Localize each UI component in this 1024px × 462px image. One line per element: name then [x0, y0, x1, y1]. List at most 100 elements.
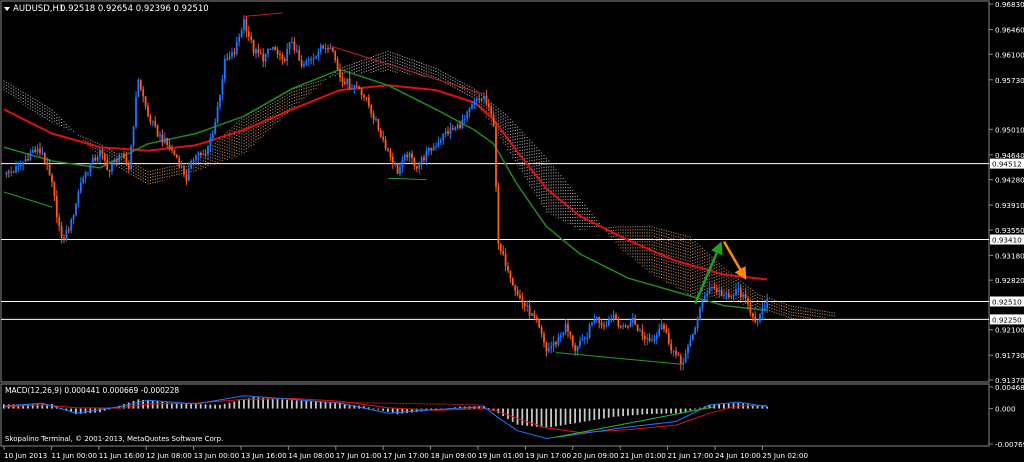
- macd-histogram-bar: [132, 400, 135, 409]
- candle-body: [310, 59, 313, 61]
- macd-histogram-bar: [214, 404, 216, 409]
- candle-body: [65, 230, 68, 240]
- candle-body: [569, 331, 572, 336]
- candle-body: [384, 139, 387, 149]
- candle-body: [84, 172, 87, 179]
- macd-histogram-bar: [747, 404, 749, 409]
- candle-body: [387, 148, 389, 151]
- macd-histogram-bar: [161, 402, 164, 409]
- candle-body: [108, 169, 111, 172]
- candle-body: [226, 58, 229, 60]
- candle-body: [151, 121, 154, 123]
- candle-body: [391, 156, 394, 164]
- candle-body: [756, 321, 759, 323]
- candle-body: [168, 144, 171, 150]
- candle-body: [735, 289, 737, 295]
- candle-body: [99, 149, 101, 158]
- chart-window: AUDUSD,H1 0.92518 0.92654 0.92396 0.9251…: [0, 0, 1024, 462]
- candle-body: [12, 171, 15, 173]
- candle-body: [689, 340, 692, 347]
- macd-axis-label: -0.007695: [995, 440, 1024, 449]
- candle-body: [19, 164, 22, 166]
- candle-body: [89, 163, 92, 172]
- candle-body: [139, 80, 142, 90]
- candle-body: [430, 147, 433, 151]
- candle-body: [142, 89, 145, 97]
- macd-histogram-bar: [367, 407, 370, 409]
- macd-histogram-bar: [545, 408, 548, 428]
- candle-body: [159, 134, 161, 137]
- candle-body: [639, 330, 641, 332]
- macd-histogram-bar: [209, 404, 212, 409]
- candle-body: [562, 332, 565, 336]
- macd-histogram-bar: [223, 403, 226, 409]
- candle-body: [67, 230, 70, 232]
- candle-body: [171, 149, 173, 151]
- candle-body: [545, 342, 548, 352]
- price-axis-label: 0.96460: [995, 25, 1024, 34]
- price-axis-label: 0.93550: [995, 226, 1024, 235]
- candle-body: [559, 335, 562, 338]
- candle-body: [319, 45, 322, 52]
- candle-body: [624, 325, 627, 327]
- candle-body: [161, 134, 164, 143]
- candle-body: [243, 19, 245, 31]
- candle-body: [588, 324, 591, 338]
- candle-body: [125, 157, 128, 165]
- candle-body: [274, 47, 277, 51]
- candle-body: [247, 31, 250, 37]
- macd-histogram-bar: [684, 408, 687, 412]
- candle-body: [60, 226, 63, 238]
- candle-body: [598, 317, 601, 324]
- macd-histogram-bar: [180, 403, 183, 409]
- macd-histogram-bar: [636, 408, 639, 415]
- candle-body: [725, 293, 728, 295]
- candle-body: [490, 106, 493, 115]
- candle-body: [223, 58, 226, 80]
- candle-body: [471, 104, 473, 109]
- candle-body: [372, 113, 375, 120]
- price-axis-label: 0.96100: [995, 50, 1024, 59]
- macd-histogram-bar: [564, 408, 567, 425]
- macd-histogram-bar: [583, 408, 586, 422]
- candle-body: [437, 142, 440, 147]
- candle-body: [199, 152, 202, 156]
- candle-body: [379, 129, 382, 137]
- macd-histogram-bar: [238, 400, 240, 409]
- macd-histogram-bar: [305, 400, 308, 409]
- candle-body: [216, 106, 219, 123]
- candle-body: [96, 157, 99, 161]
- candle-body: [180, 166, 183, 168]
- candle-body: [447, 131, 449, 134]
- candle-body: [17, 165, 20, 167]
- candle-body: [283, 59, 286, 61]
- macd-histogram-bar: [339, 403, 341, 409]
- candle-body: [420, 157, 423, 164]
- candle-body: [34, 149, 37, 152]
- candle-body: [677, 354, 680, 356]
- candle-body: [163, 138, 166, 143]
- macd-histogram-bar: [665, 408, 668, 414]
- candle-body: [615, 314, 617, 320]
- candle-body: [27, 159, 29, 161]
- candle-body: [451, 128, 454, 130]
- candle-body: [401, 159, 404, 167]
- candle-body: [675, 350, 677, 355]
- candle-body: [343, 81, 346, 84]
- candle-body: [355, 85, 358, 87]
- candle-body: [358, 86, 361, 89]
- candle-body: [691, 334, 694, 341]
- candle-body: [631, 317, 634, 323]
- candle-body: [730, 296, 733, 298]
- macd-histogram-bar: [295, 400, 298, 409]
- candle-body: [442, 133, 445, 141]
- candle-body: [334, 51, 337, 60]
- macd-axis-label: 0.004687: [995, 383, 1024, 392]
- macd-histogram-bar: [723, 403, 725, 409]
- candle-body: [221, 79, 224, 95]
- candle-body: [39, 148, 41, 154]
- time-axis-label: 11 Jun 00:00: [51, 451, 97, 460]
- candle-body: [72, 215, 75, 220]
- candle-body: [521, 298, 524, 303]
- price-axis-label: 0.94640: [995, 151, 1024, 160]
